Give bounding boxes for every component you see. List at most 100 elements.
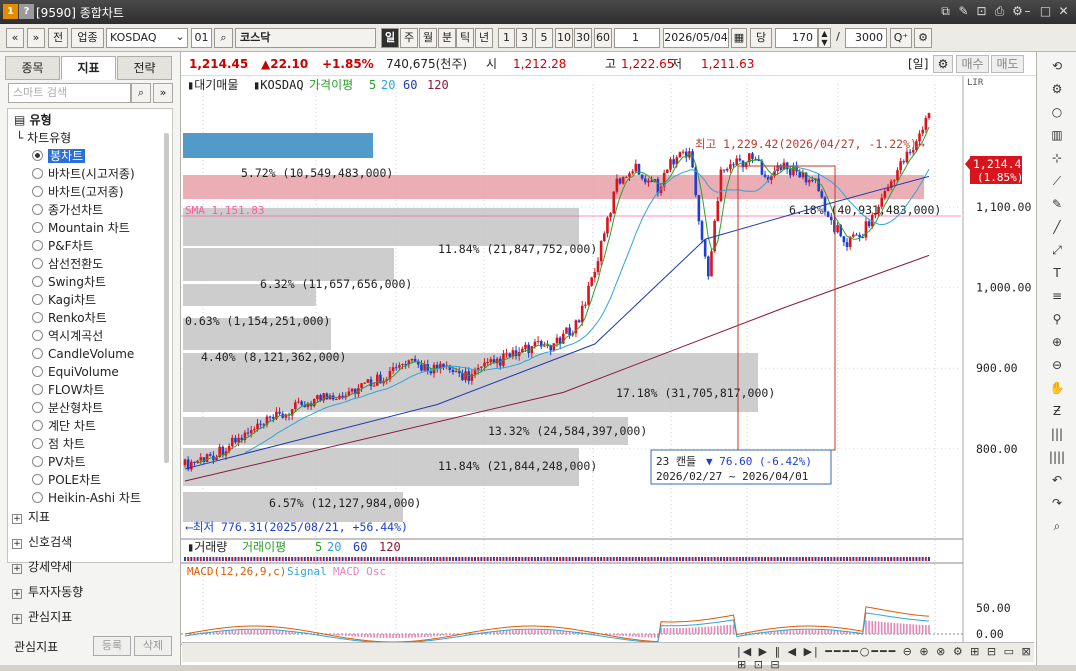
step-3[interactable]: 3 [516, 28, 533, 48]
step-30[interactable]: 30 [574, 28, 592, 48]
chart-type-item[interactable]: POLE차트 [32, 471, 101, 489]
section-2[interactable]: +강세약세 [12, 557, 72, 577]
chart-type-item[interactable]: PV차트 [32, 453, 86, 471]
expand-icon[interactable]: + [12, 589, 22, 599]
step-1[interactable]: 1 [498, 28, 515, 48]
radio-icon[interactable] [32, 438, 43, 449]
chart-type-item[interactable]: P&F차트 [32, 237, 94, 255]
period-0[interactable]: 일 [381, 28, 399, 48]
close-button[interactable]: ✕ [1055, 3, 1072, 20]
period-3[interactable]: 분 [438, 28, 456, 48]
scroll-controls[interactable]: |◀ ▶ ‖ ◀ ▶| ━━━━○━━━ ⊖ ⊕ ⊗ ⚙ ⊞ ⊟ ▭ ⊠ ⊞ ⊡… [737, 645, 1034, 671]
refresh-icon[interactable]: ⟲ [1045, 56, 1069, 76]
section-1[interactable]: +신호검색 [12, 532, 72, 552]
redo-icon[interactable]: ↷ [1045, 493, 1069, 513]
edit-icon[interactable]: ✎ [955, 3, 972, 20]
chart-type-item[interactable]: EquiVolume [32, 363, 119, 381]
price-chart[interactable]: 5.72% (10,549,483,000)6.18% (40,931,483,… [181, 76, 1036, 665]
radio-icon[interactable] [32, 276, 43, 287]
radio-icon[interactable] [32, 420, 43, 431]
expand-icon[interactable]: + [12, 564, 22, 574]
pen-icon[interactable]: ✎ [1045, 194, 1069, 214]
expand-button[interactable]: » [27, 28, 45, 48]
help-icon[interactable]: ? [19, 4, 34, 19]
radio-icon[interactable] [32, 204, 43, 215]
step-5[interactable]: 5 [535, 28, 553, 48]
section-0[interactable]: +지표 [12, 507, 50, 527]
pattern-icon[interactable]: Ƶ [1045, 401, 1069, 421]
chart-type-item[interactable]: 바차트(시고저종) [32, 165, 135, 183]
chevron-down-icon[interactable]: ⌄ [172, 28, 188, 48]
bars2-icon[interactable]: |||| [1045, 447, 1069, 467]
chart-type-item[interactable]: Heikin-Ashi 차트 [32, 489, 141, 507]
chart-type-item[interactable]: 종가선차트 [32, 201, 103, 219]
expand-icon[interactable]: + [12, 514, 22, 524]
chart-area[interactable]: 1,214.45 ▲22.10 +1.85% 740,675(천주) 시 1,2… [181, 52, 1036, 665]
undo-icon[interactable]: ↶ [1045, 470, 1069, 490]
auto-icon[interactable]: ⤢ [1045, 240, 1069, 260]
radio-icon[interactable] [32, 312, 43, 323]
section-4[interactable]: +관심지표 [12, 607, 72, 627]
expand-icon[interactable]: + [12, 539, 22, 549]
radio-icon[interactable] [32, 240, 43, 251]
radio-icon[interactable] [32, 150, 43, 161]
chart-type-item[interactable]: 바차트(고저종) [32, 183, 124, 201]
chart-type-item[interactable]: 역시계곡선 [32, 327, 103, 345]
radio-icon[interactable] [32, 168, 43, 179]
zoom-icon[interactable]: ⚲ [1045, 309, 1069, 329]
gear-icon[interactable]: ⚙ [914, 28, 932, 48]
chart-scrollbar[interactable]: |◀ ▶ ‖ ◀ ▶| ━━━━○━━━ ⊖ ⊕ ⊗ ⚙ ⊞ ⊟ ▭ ⊠ ⊞ ⊡… [182, 642, 1034, 662]
tree-scrollbar[interactable] [164, 133, 169, 463]
chart-type-item[interactable]: CandleVolume [32, 345, 134, 363]
radio-icon[interactable] [32, 384, 43, 395]
chart-type-item[interactable]: 삼선전환도 [32, 255, 103, 273]
prev-button[interactable]: « [6, 28, 24, 48]
radio-icon[interactable] [32, 330, 43, 341]
period-4[interactable]: 틱 [456, 28, 474, 48]
tab-indicator[interactable]: 지표 [61, 56, 116, 80]
radio-icon[interactable] [32, 474, 43, 485]
radio-icon[interactable] [32, 186, 43, 197]
radio-icon[interactable] [32, 492, 43, 503]
chart-type-item[interactable]: Kagi차트 [32, 291, 96, 309]
radio-icon[interactable] [32, 294, 43, 305]
ruler-icon[interactable]: ⟋ [1045, 171, 1069, 191]
circle-icon[interactable]: ○ [1045, 102, 1069, 122]
zoom-out-icon[interactable]: ⊖ [1045, 355, 1069, 375]
minimize-button[interactable]: – [1019, 3, 1036, 20]
bars-icon[interactable]: ||| [1045, 424, 1069, 444]
tab-strategy[interactable]: 전략 [117, 56, 172, 80]
sell-button[interactable]: 매도 [991, 55, 1024, 73]
period-1[interactable]: 주 [400, 28, 418, 48]
count-field[interactable]: 170 [775, 28, 818, 48]
line-icon[interactable]: ╱ [1045, 217, 1069, 237]
fib-icon[interactable]: ≡ [1045, 286, 1069, 306]
tree-group-chart-type[interactable]: └ 차트유형 [16, 129, 71, 147]
chart-type-item[interactable]: 계단 차트 [32, 417, 96, 435]
crosshair-icon[interactable]: ⊹ [1045, 148, 1069, 168]
chart-type-item[interactable]: Mountain 차트 [32, 219, 130, 237]
text-icon[interactable]: T [1045, 263, 1069, 283]
radio-icon[interactable] [32, 456, 43, 467]
print-icon[interactable]: ⎙ [991, 3, 1008, 20]
radio-icon[interactable] [32, 222, 43, 233]
hand-icon[interactable]: ✋ [1045, 378, 1069, 398]
count-spinner[interactable]: ▲▼ [818, 28, 831, 48]
chart-type-item[interactable]: Swing차트 [32, 273, 106, 291]
add-button[interactable]: 등록 [93, 636, 131, 656]
radio-icon[interactable] [32, 402, 43, 413]
search-input[interactable]: 스마트 검색 [8, 83, 131, 103]
capture-icon[interactable]: ⊡ [973, 3, 990, 20]
radio-icon[interactable] [32, 258, 43, 269]
radio-icon[interactable] [32, 348, 43, 359]
date-field[interactable]: 2026/05/04 [663, 28, 729, 48]
period-5[interactable]: 년 [475, 28, 493, 48]
upjong-button[interactable]: 업종 [71, 28, 104, 48]
chart-icon[interactable]: ▥ [1045, 125, 1069, 145]
expand-icon[interactable]: + [12, 614, 22, 624]
step-10[interactable]: 10 [555, 28, 573, 48]
buy-button[interactable]: 매수 [956, 55, 989, 73]
search-icon[interactable]: ⌕ [214, 28, 233, 48]
chart-gear-icon[interactable]: ⚙ [933, 55, 953, 73]
zoom-in-icon[interactable]: ⊕ [1045, 332, 1069, 352]
